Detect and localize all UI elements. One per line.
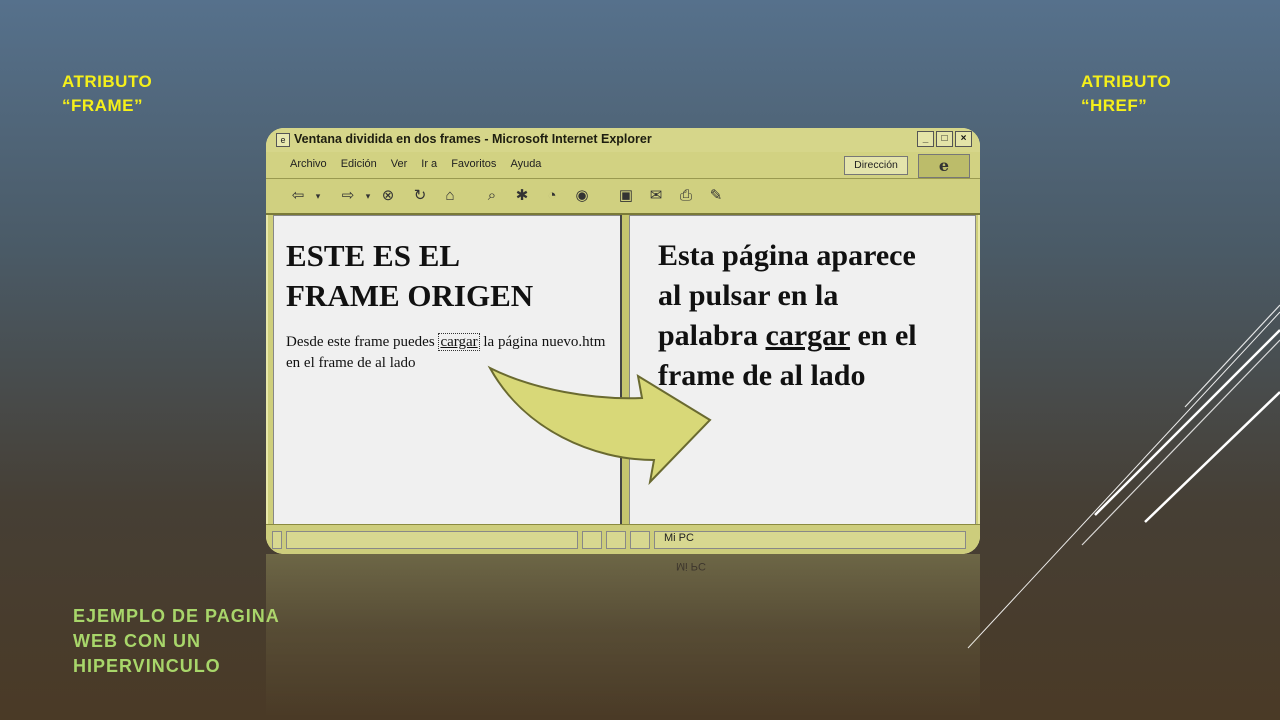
- status-cell-2: [606, 531, 626, 549]
- search-icon[interactable]: ⌕: [482, 186, 502, 206]
- status-page-icon: [272, 531, 282, 549]
- menu-edicion[interactable]: Edición: [341, 158, 377, 170]
- print-icon[interactable]: ⎙: [676, 186, 696, 206]
- back-dropdown-icon[interactable]: ▾: [308, 186, 328, 206]
- menu-favoritos[interactable]: Favoritos: [451, 158, 496, 170]
- app-icon: e: [276, 133, 290, 147]
- label-href-line2: “HREF”: [1081, 96, 1148, 115]
- cargar-link[interactable]: cargar: [438, 333, 480, 351]
- minimize-button[interactable]: _: [917, 131, 934, 147]
- right-line1: Esta página aparece: [658, 239, 916, 272]
- menu-ver[interactable]: Ver: [391, 158, 408, 170]
- window-controls: _ □ ×: [917, 131, 972, 147]
- left-heading-line1: ESTE ES EL: [286, 238, 461, 273]
- address-label[interactable]: Dirección: [844, 156, 908, 175]
- reflection-status-text: Mi PC: [676, 560, 706, 572]
- right-line2: al pulsar en la: [658, 279, 839, 312]
- title-bar[interactable]: e Ventana dividida en dos frames - Micro…: [266, 128, 980, 153]
- forward-dropdown-icon[interactable]: ▾: [358, 186, 378, 206]
- menu-ir-a[interactable]: Ir a: [421, 158, 437, 170]
- home-icon[interactable]: ⌂: [440, 186, 460, 206]
- menu-archivo[interactable]: Archivo: [290, 158, 327, 170]
- caption-line1: EJEMPLO DE PAGINA: [73, 606, 280, 626]
- maximize-button[interactable]: □: [936, 131, 953, 147]
- label-atributo-frame: ATRIBUTO “FRAME”: [62, 70, 152, 118]
- channels-icon[interactable]: ◉: [572, 186, 592, 206]
- favorites-icon[interactable]: ✱: [512, 186, 532, 206]
- mail-icon[interactable]: ✉: [646, 186, 666, 206]
- forward-icon[interactable]: ⇨: [338, 186, 358, 206]
- status-bar: Mi PC: [266, 524, 980, 554]
- close-button[interactable]: ×: [955, 131, 972, 147]
- caption: EJEMPLO DE PAGINA WEB CON UN HIPERVINCUL…: [73, 604, 280, 679]
- right-cargar-word: cargar: [765, 319, 850, 352]
- label-href-line1: ATRIBUTO: [1081, 72, 1172, 91]
- status-cell-3: [630, 531, 650, 549]
- label-frame-line1: ATRIBUTO: [62, 72, 153, 91]
- browser-reflection: Mi PC: [266, 554, 980, 720]
- curved-arrow-icon: [487, 365, 712, 486]
- refresh-icon[interactable]: ↻: [410, 186, 430, 206]
- toolbar: ⇦ ▾ ⇨ ▾ ⊗ ↻ ⌂ ⌕ ✱ ◔ ◉ ▣ ✉ ⎙ ✎: [266, 179, 980, 215]
- fullscreen-icon[interactable]: ▣: [616, 186, 636, 206]
- browser-window: e Ventana dividida en dos frames - Micro…: [266, 128, 980, 554]
- window-title: Ventana dividida en dos frames - Microso…: [294, 132, 652, 146]
- left-frame-heading: ESTE ES EL FRAME ORIGEN: [286, 236, 616, 316]
- ie-logo-icon: e: [918, 154, 970, 178]
- left-heading-line2: FRAME ORIGEN: [286, 278, 534, 313]
- status-message-area: [286, 531, 578, 549]
- label-frame-line2: “FRAME”: [62, 96, 143, 115]
- right-line3-after: en el: [849, 319, 917, 352]
- right-line3-before: palabra: [658, 319, 766, 352]
- status-zone-text: Mi PC: [664, 532, 694, 544]
- caption-line2: WEB CON UN: [73, 631, 201, 651]
- caption-line3: HIPERVINCULO: [73, 656, 221, 676]
- history-icon[interactable]: ◔: [542, 186, 562, 206]
- back-icon[interactable]: ⇦: [288, 186, 308, 206]
- edit-icon[interactable]: ✎: [706, 186, 726, 206]
- stop-icon[interactable]: ⊗: [378, 186, 398, 206]
- status-zone-cell: [654, 531, 966, 549]
- menu-bar: Archivo Edición Ver Ir a Favoritos Ayuda…: [266, 152, 980, 179]
- status-cell-1: [582, 531, 602, 549]
- menu-ayuda[interactable]: Ayuda: [510, 158, 541, 170]
- label-atributo-href: ATRIBUTO “HREF”: [1081, 70, 1171, 118]
- left-text-before: Desde este frame puedes: [286, 334, 439, 350]
